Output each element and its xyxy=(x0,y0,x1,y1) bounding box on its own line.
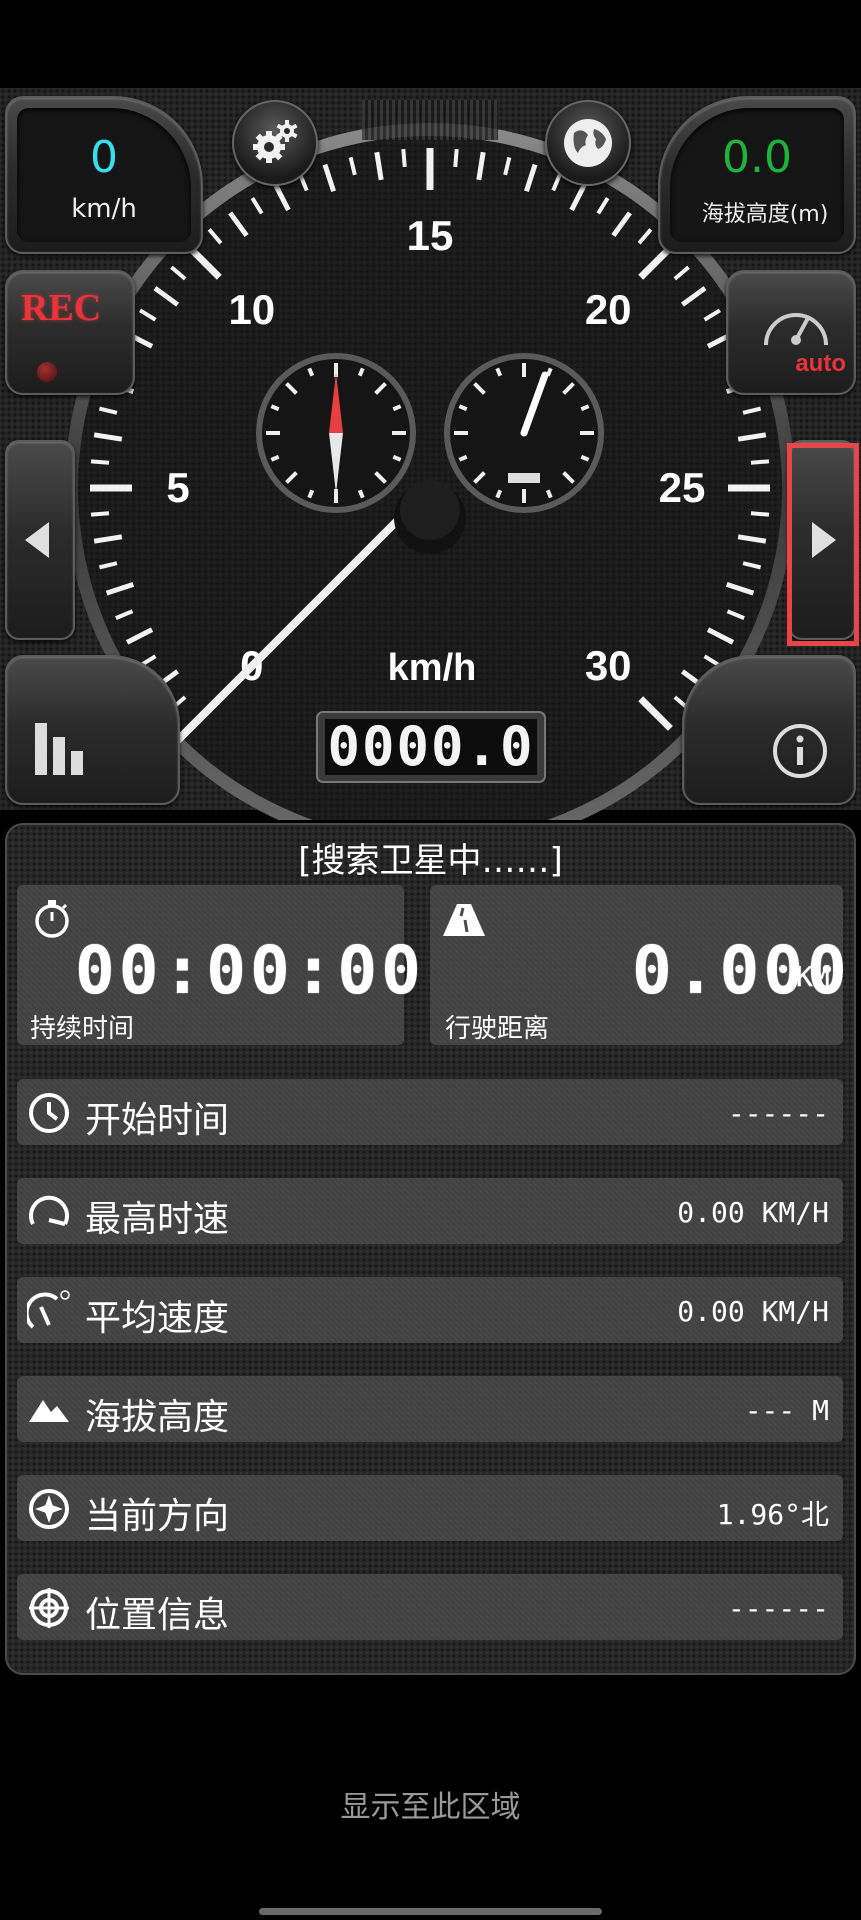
statistics-button[interactable] xyxy=(5,655,180,805)
gauge-tick xyxy=(750,459,770,465)
map-button[interactable] xyxy=(545,100,631,186)
row-value: 0.00 KM/H xyxy=(677,1196,829,1229)
subdial-tick xyxy=(307,367,315,377)
subdial-tick xyxy=(357,489,365,499)
gauge-tick xyxy=(90,459,110,465)
speaker-grille xyxy=(362,100,498,140)
subdial-tick xyxy=(545,489,553,499)
current-speed-unit: km/h xyxy=(71,194,137,224)
auto-button[interactable]: auto xyxy=(726,270,856,395)
gauge-tick-label: 20 xyxy=(585,286,632,333)
stopwatch-icon xyxy=(35,900,69,938)
subdial-tick xyxy=(580,404,590,412)
gear-icon xyxy=(253,120,298,163)
subdial-tick xyxy=(458,454,468,462)
road-icon xyxy=(443,904,485,936)
distance-unit: KM xyxy=(796,960,830,993)
info-row-altitude: 海拔高度 --- M xyxy=(17,1376,843,1442)
odometer-value: 0000.0 xyxy=(327,715,534,778)
display-area-hint: 显示至此区域 xyxy=(340,1790,521,1825)
row-label: 位置信息 xyxy=(85,1595,230,1636)
row-label: 开始时间 xyxy=(85,1100,230,1141)
subdial-tick xyxy=(495,367,503,377)
info-row-average-speed: 平均速度 0.00 KM/H xyxy=(17,1277,843,1343)
row-value: ------ xyxy=(727,1592,829,1625)
gauge-tick xyxy=(90,511,110,517)
settings-button[interactable] xyxy=(232,100,318,186)
row-label: 当前方向 xyxy=(85,1496,230,1537)
screen: 051015202530 km/h 0000.0 0 xyxy=(0,0,861,1920)
bar-chart-icon xyxy=(35,723,83,775)
chevron-left-icon xyxy=(25,522,49,558)
home-indicator[interactable] xyxy=(259,1908,602,1915)
avg-speed-icon xyxy=(27,1290,70,1329)
altitude-display: 0.0 海拔高度(m) xyxy=(658,96,856,254)
altitude-unit: 海拔高度(m) xyxy=(701,202,829,227)
distance-label: 行驶距离 xyxy=(445,1014,550,1044)
clock-icon xyxy=(29,1093,69,1133)
gauge-tick-label: 15 xyxy=(407,212,454,259)
row-label: 最高时速 xyxy=(85,1199,230,1240)
row-label: 平均速度 xyxy=(85,1298,230,1339)
duration-label: 持续时间 xyxy=(30,1014,135,1044)
secondary-subdial xyxy=(444,353,604,513)
rec-indicator-light xyxy=(37,362,57,382)
crosshair-icon xyxy=(29,1588,69,1628)
battery-icon xyxy=(508,473,540,483)
gps-status-text: [搜索卫星中……] xyxy=(298,841,563,881)
globe-icon xyxy=(564,119,612,167)
gauge-tick-label: 30 xyxy=(585,642,632,689)
current-speed-display: 0 km/h xyxy=(5,96,203,254)
info-row-heading: 当前方向 1.96°北 xyxy=(17,1475,843,1541)
info-row-max-speed: 最高时速 0.00 KM/H xyxy=(17,1178,843,1244)
gauge-unit: km/h xyxy=(388,647,477,689)
gauge-tick xyxy=(401,148,407,168)
subdial-tick xyxy=(495,489,503,499)
subdial-tick xyxy=(392,454,402,462)
duration-value: 00:00:00 xyxy=(75,932,425,1009)
subdial-tick xyxy=(357,367,365,377)
row-value: 0.00 KM/H xyxy=(677,1295,829,1328)
gauge-tick-label: 10 xyxy=(228,286,275,333)
row-value: 1.96°北 xyxy=(716,1498,829,1531)
max-speed-icon xyxy=(29,1195,69,1226)
gauge-tick-label: 25 xyxy=(659,464,706,511)
subdial-tick xyxy=(458,404,468,412)
gauge-tick-label: 5 xyxy=(166,464,189,511)
compass-subdial xyxy=(256,353,416,513)
subdial-tick xyxy=(270,454,280,462)
subdial-tick xyxy=(392,404,402,412)
rec-button[interactable]: REC xyxy=(5,270,135,395)
gauge-tick xyxy=(750,511,770,517)
compass-icon xyxy=(29,1489,69,1529)
info-button[interactable] xyxy=(682,655,856,805)
subdial-tick xyxy=(307,489,315,499)
current-speed-value: 0 xyxy=(90,132,118,183)
altitude-value: 0.0 xyxy=(722,132,792,183)
mountain-icon xyxy=(29,1400,69,1422)
auto-label: auto xyxy=(795,350,846,377)
info-icon xyxy=(773,724,827,778)
subdial-tick xyxy=(580,454,590,462)
previous-page-button[interactable] xyxy=(5,440,75,640)
info-row-start-time: 开始时间 ------ xyxy=(17,1079,843,1145)
highlight-outline xyxy=(787,443,859,646)
row-value: --- M xyxy=(744,1394,829,1427)
rec-label: REC xyxy=(21,287,102,329)
subdial-tick xyxy=(270,404,280,412)
row-value: ------ xyxy=(727,1097,829,1130)
row-label: 海拔高度 xyxy=(85,1397,230,1438)
info-row-location: 位置信息 ------ xyxy=(17,1574,843,1640)
gauge-tick xyxy=(453,148,459,168)
